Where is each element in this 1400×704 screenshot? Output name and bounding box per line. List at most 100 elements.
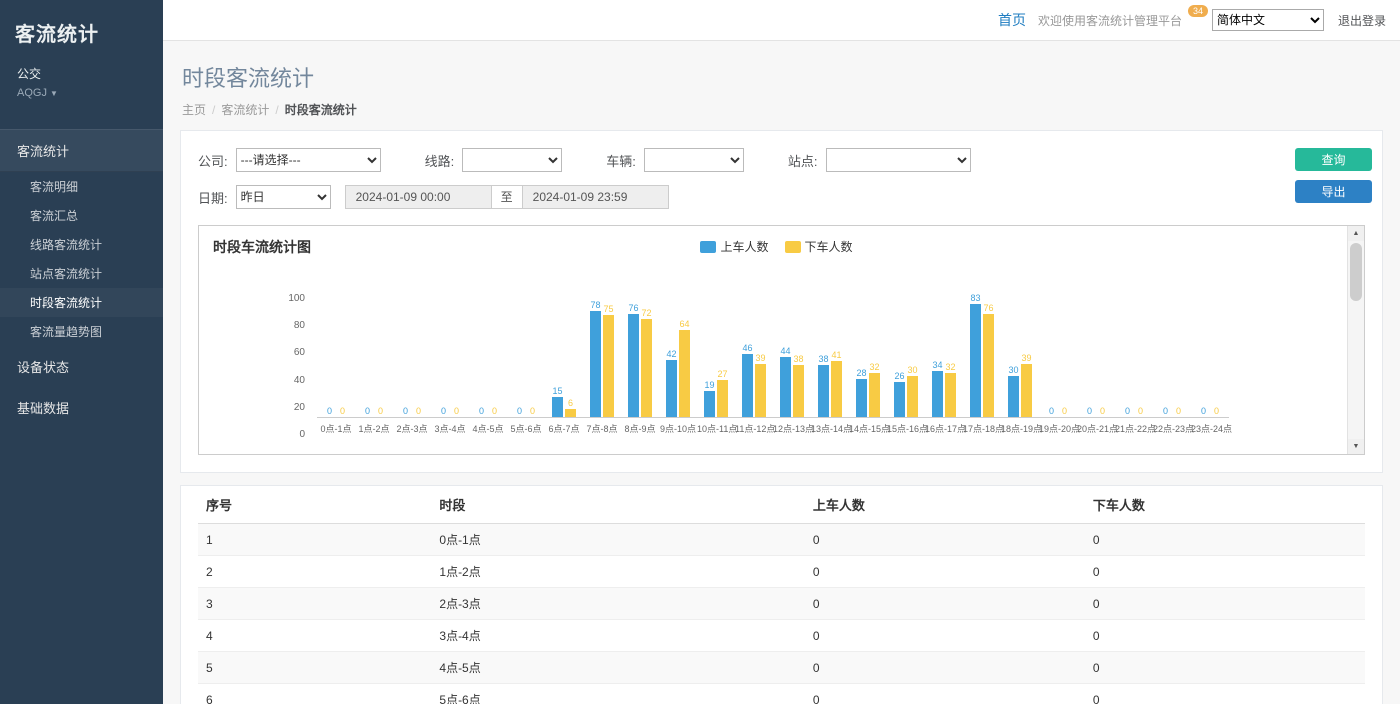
date-end-input[interactable] (522, 185, 669, 209)
bar-value-label: 0 (327, 406, 332, 416)
scrollbar-down-icon[interactable]: ▼ (1348, 439, 1364, 454)
bar (970, 304, 981, 417)
station-filter: 站点: (788, 148, 971, 172)
bar-group: 0 (362, 281, 373, 417)
bar (856, 379, 867, 417)
date-preset-select[interactable]: 昨日 (236, 185, 331, 209)
query-button[interactable]: 查询 (1295, 148, 1372, 171)
bar (628, 314, 639, 417)
bar-value-label: 72 (641, 308, 651, 318)
table-cell: 2点-3点 (431, 588, 804, 620)
vehicle-filter: 车辆: (606, 148, 744, 172)
app-title: 客流统计 (0, 0, 163, 55)
x-tick-label: 8点-9点 (621, 422, 659, 435)
bar-value-label: 19 (704, 380, 714, 390)
filter-chart-panel: 公司: ---请选择--- 线路: 车辆: 站点: (180, 130, 1383, 473)
filter-row-1: 公司: ---请选择--- 线路: 车辆: 站点: (198, 148, 1255, 172)
x-tick-label: 21点-22点 (1115, 422, 1153, 435)
x-tick-label: 5点-6点 (507, 422, 545, 435)
bar-group: 26 (894, 281, 905, 417)
line-filter: 线路: (425, 148, 563, 172)
sidebar-section[interactable]: 客流统计 (0, 129, 163, 172)
table-header-cell: 下车人数 (1085, 486, 1365, 524)
line-select[interactable] (462, 148, 562, 172)
table-cell: 3 (198, 588, 431, 620)
app-root: 客流统计 公交 AQGJ▼ 客流统计客流明细客流汇总线路客流统计站点客流统计时段… (0, 0, 1400, 704)
y-tick-label: 80 (271, 321, 305, 331)
bar-group: 28 (856, 281, 867, 417)
bar (552, 397, 563, 417)
scrollbar-up-icon[interactable]: ▲ (1348, 226, 1364, 241)
breadcrumb-link[interactable]: 主页 (182, 103, 206, 117)
bar-group: 39 (1021, 281, 1032, 417)
org-name: 公交 (17, 65, 146, 82)
date-label: 日期: (198, 188, 228, 207)
legend-item[interactable]: 下车人数 (785, 238, 853, 255)
table-row: 32点-3点00 (198, 588, 1365, 620)
home-link[interactable]: 首页 (998, 10, 1026, 30)
table-row: 54点-5点00 (198, 652, 1365, 684)
bar-group: 76 (628, 281, 639, 417)
bar-group: 0 (324, 281, 335, 417)
language-select[interactable]: 简体中文 (1212, 9, 1324, 31)
x-tick-label: 23点-24点 (1191, 422, 1229, 435)
table-cell: 0 (805, 684, 1085, 704)
vehicle-select[interactable] (644, 148, 744, 172)
sidebar-subitem[interactable]: 时段客流统计 (0, 288, 163, 317)
bar-value-label: 0 (1049, 406, 1054, 416)
chart-title: 时段车流统计图 (213, 237, 311, 257)
table-cell: 0 (805, 524, 1085, 556)
welcome-text: 欢迎使用客流统计管理平台 (1038, 12, 1182, 29)
logout-link[interactable]: 退出登录 (1338, 12, 1386, 29)
bar-value-label: 27 (717, 369, 727, 379)
table-cell: 2 (198, 556, 431, 588)
breadcrumb-link[interactable]: 客流统计 (221, 103, 269, 117)
bar (1008, 376, 1019, 417)
bar-group: 27 (717, 281, 728, 417)
bar-group: 30 (907, 281, 918, 417)
date-start-input[interactable] (345, 185, 492, 209)
bar-value-label: 6 (568, 398, 573, 408)
bar-value-label: 28 (856, 368, 866, 378)
notification-badge[interactable]: 34 (1188, 5, 1208, 17)
table-cell: 1 (198, 524, 431, 556)
legend-item[interactable]: 上车人数 (700, 238, 768, 255)
org-selector[interactable]: AQGJ▼ (17, 87, 146, 99)
bar-group: 0 (489, 281, 500, 417)
sidebar-subitem[interactable]: 客流明细 (0, 172, 163, 201)
sidebar-section[interactable]: 基础数据 (0, 387, 163, 428)
sidebar-subitem[interactable]: 客流量趋势图 (0, 317, 163, 346)
table-cell: 0 (1085, 524, 1365, 556)
scrollbar-thumb[interactable] (1350, 243, 1362, 301)
vehicle-label: 车辆: (606, 151, 636, 170)
bar-value-label: 46 (742, 343, 752, 353)
chart-header: 时段车流统计图 上车人数下车人数 (213, 236, 1340, 256)
chart-scrollbar[interactable]: ▲ ▼ (1347, 226, 1364, 454)
station-select[interactable] (826, 148, 971, 172)
y-tick-label: 0 (271, 430, 305, 440)
bar-group: 0 (1122, 281, 1133, 417)
y-tick-label: 40 (271, 376, 305, 386)
chart-category: 3432 (925, 281, 963, 417)
export-button[interactable]: 导出 (1295, 180, 1372, 203)
content: 时段客流统计 主页/客流统计/时段客流统计 公司: ---请选择--- 线路: (163, 41, 1400, 704)
bar (590, 311, 601, 417)
sidebar-subitem[interactable]: 客流汇总 (0, 201, 163, 230)
x-tick-label: 11点-12点 (735, 422, 773, 435)
bar-value-label: 0 (1138, 406, 1143, 416)
sidebar-subitem[interactable]: 线路客流统计 (0, 230, 163, 259)
bar-group: 39 (755, 281, 766, 417)
bar (907, 376, 918, 417)
date-to-label: 至 (492, 185, 522, 209)
y-tick-label: 100 (271, 294, 305, 304)
sidebar-subitem[interactable]: 站点客流统计 (0, 259, 163, 288)
bar (565, 409, 576, 417)
chart-category: 3039 (1001, 281, 1039, 417)
sidebar-section[interactable]: 设备状态 (0, 346, 163, 387)
chart-category: 00 (1191, 281, 1229, 417)
x-tick-label: 17点-18点 (963, 422, 1001, 435)
company-select[interactable]: ---请选择--- (236, 148, 381, 172)
bar-group: 32 (869, 281, 880, 417)
bar-group: 0 (1198, 281, 1209, 417)
bar-value-label: 0 (530, 406, 535, 416)
